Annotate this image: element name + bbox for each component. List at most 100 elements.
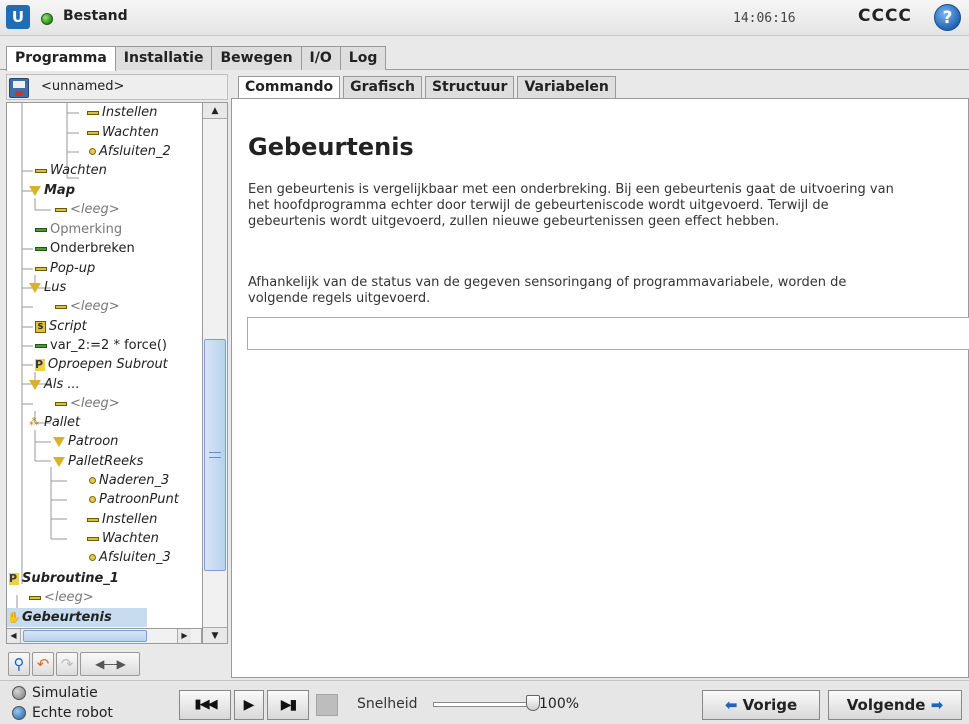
tree-item[interactable]: Afsluiten_3	[87, 548, 171, 567]
scroll-right-icon[interactable]: ▶	[177, 629, 191, 643]
tree-item[interactable]: ⁂ Pallet	[29, 413, 80, 432]
tree-item[interactable]: S Script	[35, 317, 87, 336]
event-icon: ✋	[7, 610, 21, 624]
previous-button[interactable]: ⬅ Vorige	[702, 690, 820, 720]
tab-bewegen[interactable]: Bewegen	[211, 46, 302, 70]
step-button[interactable]: ▶▮	[267, 690, 309, 720]
search-icon[interactable]: ⚲	[8, 652, 30, 676]
grip-icon	[209, 452, 221, 458]
rewind-icon: ▮◀◀	[194, 697, 217, 712]
tree-item-selected[interactable]: ✋Gebeurtenis	[7, 608, 147, 627]
assignment-icon	[35, 343, 47, 348]
scroll-down-icon[interactable]: ▼	[203, 627, 227, 643]
radio-icon	[12, 686, 26, 700]
sub-tabs: Commando Grafisch Structuur Variabelen	[238, 76, 619, 98]
empty-icon	[55, 207, 67, 212]
speed-slider-handle[interactable]	[526, 695, 540, 711]
tree-item[interactable]: Instellen	[87, 510, 157, 529]
waypoint-icon	[89, 554, 96, 561]
program-tree[interactable]: Instellen Wachten Afsluiten_2 Wachten Ma…	[6, 102, 228, 644]
next-button[interactable]: Volgende ➡	[828, 690, 962, 720]
waypoint-icon	[89, 148, 96, 155]
tree-item[interactable]: P Subroutine_1	[9, 569, 119, 588]
empty-icon	[55, 304, 67, 309]
loop-icon	[29, 282, 41, 293]
wait-icon	[87, 130, 99, 135]
tab-variabelen[interactable]: Variabelen	[517, 76, 616, 98]
tree-item[interactable]: Wachten	[87, 123, 159, 142]
waypoint-icon	[89, 477, 96, 484]
tree-item[interactable]: Instellen	[87, 103, 157, 122]
script-icon: S	[35, 320, 46, 333]
main-tabs: Programma Installatie Bewegen I/O Log	[6, 46, 387, 71]
tree-item[interactable]: Afsluiten_2	[87, 142, 171, 161]
rewind-button[interactable]: ▮◀◀	[179, 690, 231, 720]
tree-item[interactable]: Map	[29, 181, 75, 200]
folder-icon	[29, 185, 41, 196]
tree-item[interactable]: Als ...	[29, 375, 80, 394]
stop-button[interactable]	[316, 694, 338, 716]
tree-item[interactable]: PatroonPunt	[87, 490, 179, 509]
tree-item[interactable]: <leeg>	[29, 588, 94, 607]
tree-item[interactable]: Patroon	[53, 432, 118, 451]
page-title: Gebeurtenis	[248, 133, 414, 161]
save-icon[interactable]	[9, 78, 29, 98]
simulation-option[interactable]: Simulatie	[12, 684, 98, 702]
tree-item[interactable]: Wachten	[35, 161, 107, 180]
tree-item[interactable]: Opmerking	[35, 220, 122, 239]
tree-item[interactable]: Pop-up	[35, 259, 95, 278]
tree-horizontal-scrollbar[interactable]: ◀ ▶	[6, 628, 202, 644]
speed-label: Snelheid	[357, 696, 418, 712]
arrow-right-icon: ➡	[930, 696, 944, 714]
command-panel: Gebeurtenis Een gebeurtenis is vergelijk…	[231, 98, 969, 678]
tree-item[interactable]: <leeg>	[55, 297, 120, 316]
h-scroll-thumb[interactable]	[23, 630, 147, 642]
condition-help-text: Afhankelijk van de status van de gegeven…	[248, 275, 847, 306]
wait-icon	[35, 168, 47, 173]
scroll-thumb[interactable]	[204, 339, 226, 571]
tab-log[interactable]: Log	[339, 46, 387, 70]
comment-icon	[35, 227, 47, 232]
empty-icon	[55, 401, 67, 406]
move-icon[interactable]: ◀----▶	[80, 652, 140, 676]
tab-commando[interactable]: Commando	[238, 76, 341, 98]
tree-item[interactable]: Onderbreken	[35, 239, 135, 258]
help-icon[interactable]: ?	[934, 4, 961, 31]
popup-icon	[35, 266, 47, 271]
undo-icon[interactable]: ↶	[32, 652, 54, 676]
speed-slider[interactable]	[433, 702, 539, 707]
condition-expression-field[interactable]	[247, 317, 969, 350]
tree-item[interactable]: PalletReeks	[53, 452, 143, 471]
scroll-up-icon[interactable]: ▲	[203, 103, 227, 119]
bottom-bar: Simulatie Echte robot ▮◀◀ ▶ ▶▮ Snelheid …	[0, 680, 969, 724]
description-text: Een gebeurtenis is vergelijkbaar met een…	[248, 182, 894, 229]
arrow-left-icon: ⬅	[724, 696, 738, 714]
tree-item[interactable]: <leeg>	[55, 200, 120, 219]
tab-grafisch[interactable]: Grafisch	[343, 76, 422, 98]
scroll-left-icon[interactable]: ◀	[7, 629, 21, 643]
tree-item[interactable]: P Oproepen Subrout	[35, 355, 168, 374]
call-subroutine-icon: P	[35, 357, 45, 371]
redo-icon[interactable]: ↷	[56, 652, 78, 676]
program-name: <unnamed>	[41, 79, 125, 94]
file-menu[interactable]: Bestand	[63, 8, 128, 24]
tree-item[interactable]: Naderen_3	[87, 471, 169, 490]
tab-programma[interactable]: Programma	[6, 46, 116, 71]
tab-installatie[interactable]: Installatie	[114, 46, 213, 70]
tree-item[interactable]: Lus	[29, 278, 66, 297]
radio-selected-icon	[12, 706, 26, 720]
tree-item[interactable]: <leeg>	[55, 394, 120, 413]
program-header: <unnamed>	[6, 74, 228, 100]
subroutine-icon: P	[9, 571, 19, 585]
real-robot-option[interactable]: Echte robot	[12, 704, 113, 722]
tree-item[interactable]: Wachten	[87, 529, 159, 548]
tree-vertical-scrollbar[interactable]: ▲ ▼	[202, 102, 228, 644]
play-button[interactable]: ▶	[234, 690, 264, 720]
play-icon: ▶	[243, 697, 255, 713]
tree-item[interactable]: var_2:=2 * force()	[35, 336, 167, 355]
tab-structuur[interactable]: Structuur	[424, 76, 515, 98]
tab-io[interactable]: I/O	[300, 46, 341, 70]
robot-name: CCCC	[858, 6, 912, 26]
robot-status-icon	[41, 13, 53, 25]
ur-logo-icon: U	[6, 5, 30, 29]
